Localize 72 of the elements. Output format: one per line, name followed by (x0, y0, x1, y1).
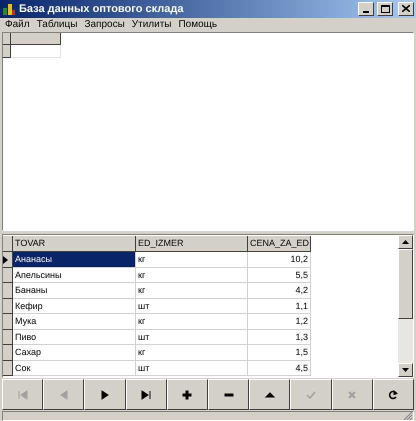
last-record-icon (140, 388, 152, 401)
table-cell: Апельсины (13, 268, 136, 284)
row-indicator[interactable] (3, 314, 13, 330)
row-indicator[interactable] (3, 330, 13, 346)
navigator-button[interactable] (249, 379, 290, 410)
scroll-up-button[interactable] (398, 235, 413, 250)
row-indicator[interactable] (3, 298, 13, 314)
maximize-button[interactable] (377, 2, 393, 16)
column-header[interactable]: ED_IZMER (136, 236, 248, 252)
table-cell: кг (136, 283, 248, 299)
column-header[interactable]: CENA_ZA_ED (248, 236, 311, 252)
window-title: База данных оптового склада (19, 2, 184, 17)
table-cell: Мука (13, 314, 136, 330)
table-cell: 4,2 (248, 283, 311, 299)
table-cell: Ананасы (13, 252, 136, 268)
close-icon (402, 5, 410, 12)
table-cell: Сахар (13, 345, 136, 361)
row-indicator[interactable] (3, 345, 13, 361)
table-cell: 10,2 (248, 252, 311, 268)
navigator-button[interactable] (166, 379, 208, 410)
row-indicator[interactable] (3, 252, 13, 268)
scroll-down-button[interactable] (398, 363, 413, 378)
navigator-button[interactable] (208, 379, 250, 410)
menu-item[interactable]: Запросы (81, 16, 128, 32)
menu-item[interactable]: Таблицы (34, 16, 80, 32)
refresh-icon (387, 388, 400, 401)
menu-item[interactable]: Файл (2, 16, 33, 32)
navigator-button[interactable] (372, 379, 414, 410)
table-cell: 5,5 (248, 268, 311, 284)
first-record-icon (16, 388, 29, 401)
checkmark-icon (305, 388, 318, 401)
minimize-button[interactable] (358, 2, 374, 16)
table-cell: кг (136, 268, 248, 284)
table-cell: кг (136, 252, 248, 268)
plus-icon (181, 388, 194, 401)
previous-icon (58, 388, 70, 401)
current-row-icon (3, 256, 8, 264)
table-cell: 4,5 (248, 360, 311, 376)
maximize-icon (380, 4, 390, 13)
table-cell: кг (136, 345, 248, 361)
table-cell: 1,3 (248, 330, 311, 346)
scroll-thumb[interactable] (398, 249, 413, 320)
navigator-button[interactable] (84, 379, 126, 410)
menu-item[interactable]: Помощь (175, 16, 220, 32)
app-icon (2, 2, 16, 16)
table-cell: шт (136, 330, 248, 346)
table-cell: Кефир (13, 298, 136, 314)
table-cell: 1,1 (248, 298, 311, 314)
menu-item[interactable]: Утилиты (128, 16, 174, 32)
next-icon (99, 388, 111, 401)
table-cell: Бананы (13, 283, 136, 299)
table-cell (11, 44, 61, 58)
column-header (11, 32, 61, 45)
table-cell: Пиво (13, 330, 136, 346)
minimize-icon (363, 10, 369, 13)
close-button[interactable] (398, 2, 414, 16)
table-cell: шт (136, 298, 248, 314)
row-indicator[interactable] (3, 360, 13, 376)
table-cell: 1,5 (248, 345, 311, 361)
cross-icon (346, 388, 358, 401)
row-indicator[interactable] (3, 283, 13, 299)
table-cell: Сок (13, 360, 136, 376)
up-arrow-icon (402, 240, 409, 244)
scrollbar[interactable] (398, 235, 413, 378)
navigator-button[interactable] (126, 379, 167, 410)
table-cell: 1,2 (248, 314, 311, 330)
table-cell: шт (136, 360, 248, 376)
row-indicator[interactable] (3, 268, 13, 284)
down-arrow-icon (402, 368, 409, 372)
table-cell: кг (136, 314, 248, 330)
column-header[interactable]: TOVAR (13, 236, 136, 252)
indicator-cell (3, 236, 13, 252)
